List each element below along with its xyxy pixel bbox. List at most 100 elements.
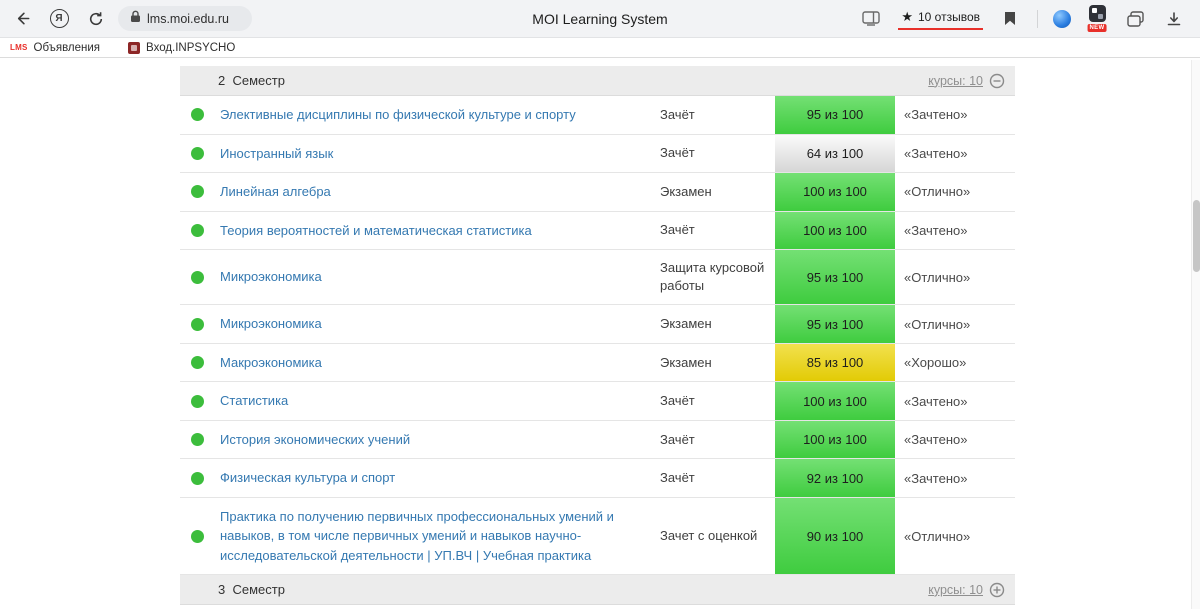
course-link[interactable]: Теория вероятностей и математическая ста… [220, 221, 532, 241]
course-link[interactable]: Статистика [220, 391, 288, 411]
new-badge: NEW [1088, 24, 1107, 32]
courses-count-link[interactable]: курсы: 10 [928, 74, 983, 88]
course-link[interactable]: Элективные дисциплины по физической куль… [220, 105, 576, 125]
expand-icon[interactable] [989, 582, 1005, 598]
bookmark-icon[interactable] [998, 7, 1022, 31]
status-dot-icon [191, 472, 204, 485]
score-badge: 100 из 100 [775, 173, 895, 211]
score-badge: 100 из 100 [775, 382, 895, 420]
assessment-type: Зачёт [655, 96, 775, 134]
assessment-type: Экзамен [655, 173, 775, 211]
address-bar[interactable]: lms.moi.edu.ru [118, 6, 252, 31]
score-badge: 92 из 100 [775, 459, 895, 497]
table-row: Физическая культура и спорт Зачёт 92 из … [180, 459, 1015, 498]
scrollbar-thumb[interactable] [1193, 200, 1200, 272]
assessment-type: Зачёт [655, 382, 775, 420]
tabs-icon[interactable] [1123, 7, 1147, 31]
downloads-icon[interactable] [1162, 7, 1186, 31]
table-row: Статистика Зачёт 100 из 100 «Зачтено» [180, 382, 1015, 421]
status-dot-icon [191, 224, 204, 237]
assessment-type: Зачёт [655, 421, 775, 459]
grade-text: «Отлично» [895, 498, 1015, 575]
grade-text: «Зачтено» [895, 96, 1015, 134]
semester-2-header: 2 Семестр курсы: 10 [180, 66, 1015, 96]
bookmark-inpsycho[interactable]: Вход.INPSYCHO [128, 42, 235, 54]
page-content: 2 Семестр курсы: 10 Элективные дисциплин… [0, 58, 1200, 607]
assessment-type: Зачёт [655, 459, 775, 497]
inpsycho-favicon [128, 42, 140, 54]
status-dot-icon [191, 147, 204, 160]
bookmark-label: Вход.INPSYCHO [146, 42, 235, 54]
score-badge: 90 из 100 [775, 498, 895, 575]
status-dot-icon [191, 395, 204, 408]
page-scrollbar[interactable] [1191, 60, 1200, 609]
assessment-type: Экзамен [655, 344, 775, 382]
new-feature-icon[interactable]: NEW [1086, 5, 1108, 32]
status-dot-icon [191, 356, 204, 369]
table-row: Практика по получению первичных професси… [180, 498, 1015, 576]
status-dot-icon [191, 530, 204, 543]
grade-text: «Зачтено» [895, 135, 1015, 173]
status-dot-icon [191, 271, 204, 284]
grade-text: «Зачтено» [895, 382, 1015, 420]
browser-logo-icon[interactable] [1053, 10, 1071, 28]
course-link[interactable]: Микроэкономика [220, 267, 322, 287]
course-link[interactable]: Физическая культура и спорт [220, 468, 395, 488]
bookmarks-bar: LMS Объявления Вход.INPSYCHO [0, 38, 1200, 58]
lock-icon [130, 10, 141, 28]
assessment-type: Зачёт [655, 212, 775, 250]
status-dot-icon [191, 185, 204, 198]
score-badge: 95 из 100 [775, 96, 895, 134]
grade-rows: Элективные дисциплины по физической куль… [180, 96, 1015, 575]
grade-text: «Зачтено» [895, 212, 1015, 250]
assessment-type: Зачет с оценкой [655, 498, 775, 575]
reviews-label: 10 отзывов [918, 10, 980, 24]
table-row: Микроэкономика Экзамен 95 из 100 «Отличн… [180, 305, 1015, 344]
site-reviews[interactable]: ★ 10 отзывов [898, 8, 983, 30]
grade-table: 2 Семестр курсы: 10 Элективные дисциплин… [180, 66, 1015, 605]
table-row: Элективные дисциплины по физической куль… [180, 96, 1015, 135]
semester-title: 2 Семестр [218, 73, 285, 88]
score-badge: 95 из 100 [775, 305, 895, 343]
table-row: Теория вероятностей и математическая ста… [180, 212, 1015, 251]
course-link[interactable]: Иностранный язык [220, 144, 333, 164]
toolbar-divider [1037, 10, 1038, 28]
course-link[interactable]: Микроэкономика [220, 314, 322, 334]
table-row: Линейная алгебра Экзамен 100 из 100 «Отл… [180, 173, 1015, 212]
bookmark-label: Объявления [34, 42, 101, 54]
grade-text: «Зачтено» [895, 459, 1015, 497]
assessment-type: Защита курсовой работы [655, 250, 775, 304]
score-badge: 64 из 100 [775, 135, 895, 173]
grade-text: «Зачтено» [895, 421, 1015, 459]
back-button[interactable] [10, 7, 34, 31]
status-dot-icon [191, 433, 204, 446]
course-link[interactable]: Практика по получению первичных професси… [220, 507, 645, 566]
grade-text: «Отлично» [895, 250, 1015, 304]
score-badge: 100 из 100 [775, 421, 895, 459]
page-title: MOI Learning System [532, 11, 667, 27]
grade-text: «Отлично» [895, 305, 1015, 343]
table-row: Макроэкономика Экзамен 85 из 100 «Хорошо… [180, 344, 1015, 383]
course-link[interactable]: История экономических учений [220, 430, 410, 450]
course-link[interactable]: Макроэкономика [220, 353, 322, 373]
star-icon: ★ [901, 10, 913, 23]
semester-3-header: 3 Семестр курсы: 10 [180, 575, 1015, 605]
url-text: lms.moi.edu.ru [147, 12, 229, 26]
grade-text: «Отлично» [895, 173, 1015, 211]
collapse-icon[interactable] [989, 73, 1005, 89]
assessment-type: Экзамен [655, 305, 775, 343]
score-badge: 85 из 100 [775, 344, 895, 382]
courses-count-link[interactable]: курсы: 10 [928, 583, 983, 597]
sidebar-panel-icon[interactable] [859, 7, 883, 31]
lms-favicon: LMS [10, 43, 28, 52]
score-badge: 100 из 100 [775, 212, 895, 250]
bookmark-announcements[interactable]: LMS Объявления [10, 42, 100, 54]
semester-title: 3 Семестр [218, 582, 285, 597]
status-dot-icon [191, 318, 204, 331]
course-link[interactable]: Линейная алгебра [220, 182, 331, 202]
table-row: История экономических учений Зачёт 100 и… [180, 421, 1015, 460]
refresh-button[interactable] [84, 7, 108, 31]
assessment-type: Зачёт [655, 135, 775, 173]
browser-toolbar: Я lms.moi.edu.ru MOI Learning System ★ 1… [0, 0, 1200, 38]
yandex-button[interactable]: Я [47, 7, 71, 31]
